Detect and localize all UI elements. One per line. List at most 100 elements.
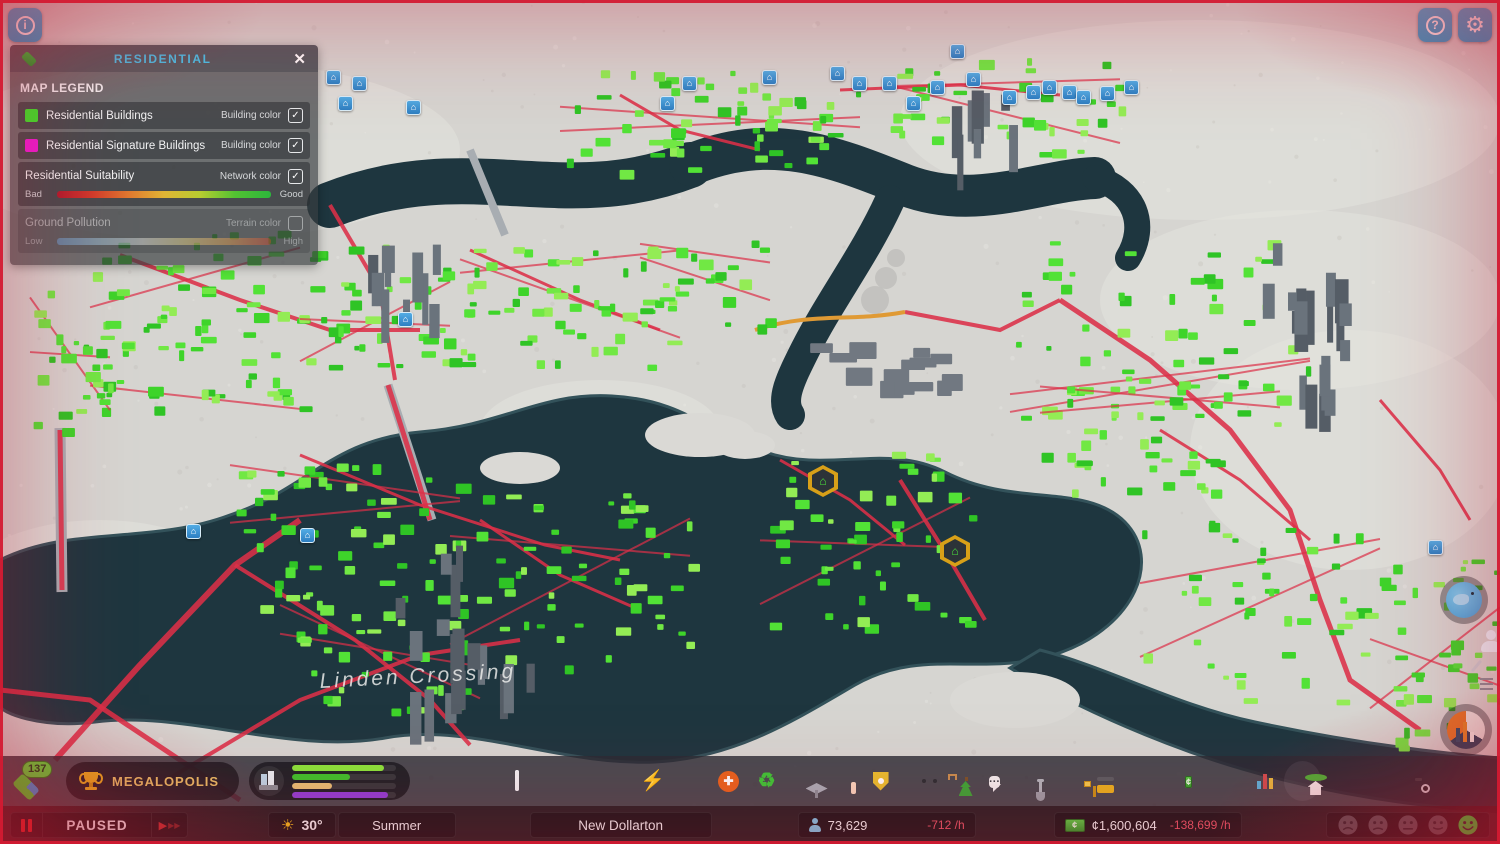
building-levelup-marker[interactable]: ⌂ xyxy=(906,96,921,111)
tool-strip: ⚡ ✚ ♻ ··· ¢ xyxy=(462,761,1434,801)
info-panel-button[interactable]: i xyxy=(8,8,42,42)
building-levelup-marker[interactable]: ⌂ xyxy=(1026,85,1041,100)
districts-icon xyxy=(514,770,519,791)
police-icon xyxy=(872,771,889,791)
building-levelup-marker[interactable]: ⌂ xyxy=(1100,86,1115,101)
building-levelup-marker[interactable]: ⌂ xyxy=(830,66,845,81)
trophy-icon xyxy=(79,770,103,792)
progression-button[interactable] xyxy=(1284,761,1327,801)
electricity-tool[interactable]: ⚡ xyxy=(636,763,669,799)
building-levelup-marker[interactable]: ⌂ xyxy=(950,44,965,59)
statistics-button[interactable] xyxy=(1248,763,1281,799)
building-levelup-marker[interactable]: ⌂ xyxy=(1124,80,1139,95)
money-icon: ¢ xyxy=(1064,818,1085,832)
building-levelup-marker[interactable]: ⌂ xyxy=(966,72,981,87)
xp-track-0 xyxy=(292,764,397,771)
temperature-widget[interactable]: ☀ 30° xyxy=(268,812,336,838)
building-levelup-marker[interactable]: ⌂ xyxy=(762,70,777,85)
building-levelup-marker[interactable]: ⌂ xyxy=(406,100,421,115)
money-rate: -138,699 /h xyxy=(1169,818,1231,832)
suitability-checkbox[interactable]: ✓ xyxy=(288,168,303,184)
education-tool[interactable] xyxy=(788,763,828,799)
season-widget[interactable]: Summer xyxy=(337,812,456,838)
building-levelup-marker[interactable]: ⌂ xyxy=(1076,90,1091,105)
season-label: Summer xyxy=(372,817,422,833)
signature-buildings-swatch xyxy=(25,139,38,152)
building-levelup-marker[interactable]: ⌂ xyxy=(852,76,867,91)
happiness-face-neutral xyxy=(1398,815,1418,835)
pollution-gradient xyxy=(57,238,271,245)
pause-button[interactable] xyxy=(11,813,43,837)
ground-pollution-checkbox[interactable] xyxy=(288,215,303,231)
residential-buildings-swatch xyxy=(25,109,38,122)
money-value: ¢1,600,604 xyxy=(1091,817,1157,833)
economy-icon: ¢ xyxy=(1185,776,1193,788)
speed-up-button[interactable]: ▶ ▶▶ xyxy=(151,813,187,837)
chirper-button[interactable] xyxy=(1440,576,1488,624)
building-levelup-marker[interactable]: ⌂ xyxy=(398,312,413,327)
building-levelup-marker[interactable]: ⌂ xyxy=(660,96,675,111)
fire-rescue-tool[interactable] xyxy=(826,763,859,799)
building-levelup-marker[interactable]: ⌂ xyxy=(186,524,201,539)
economy-button[interactable]: ¢ xyxy=(1172,763,1205,799)
building-levelup-marker[interactable]: ⌂ xyxy=(682,76,697,91)
level-badge: 137 xyxy=(22,761,53,778)
building-levelup-marker[interactable]: ⌂ xyxy=(338,96,353,111)
population-rate: -712 /h xyxy=(927,818,965,832)
chirper-bird-icon xyxy=(1446,582,1482,618)
police-tool[interactable] xyxy=(864,763,897,799)
building-levelup-marker[interactable]: ⌂ xyxy=(352,76,367,91)
happiness-face-sad xyxy=(1368,815,1388,835)
building-levelup-marker[interactable]: ⌂ xyxy=(300,528,315,543)
radio-button[interactable] xyxy=(1440,704,1492,756)
bulldozer-tool[interactable] xyxy=(1076,763,1114,799)
residential-buildings-checkbox[interactable]: ✓ xyxy=(288,108,303,123)
building-levelup-marker[interactable]: ⌂ xyxy=(326,70,341,85)
parks-recreation-tool[interactable] xyxy=(940,763,973,799)
sun-icon: ☀ xyxy=(281,817,295,834)
statistics-icon xyxy=(1256,773,1273,789)
city-name-widget[interactable]: New Dollarton xyxy=(529,812,712,838)
close-icon[interactable]: ✕ xyxy=(289,50,310,68)
help-button[interactable]: ? xyxy=(1418,8,1452,42)
terrain-tool[interactable] xyxy=(538,763,571,799)
help-icon: ? xyxy=(1425,15,1445,35)
garbage-tool[interactable]: ♻ xyxy=(750,763,783,799)
settings-button[interactable]: ⚙ xyxy=(1458,8,1492,42)
building-levelup-marker[interactable]: ⌂ xyxy=(882,76,897,91)
building-levelup-marker[interactable]: ⌂ xyxy=(1062,85,1077,100)
radio-icon xyxy=(1447,711,1485,749)
zoning-tool[interactable] xyxy=(462,763,495,799)
landscaping-tool[interactable] xyxy=(1016,763,1049,801)
districts-tool[interactable] xyxy=(500,763,533,799)
xp-track-3 xyxy=(292,791,397,798)
pause-state-label: PAUSED xyxy=(66,817,128,833)
happiness-face-very-sad xyxy=(1338,815,1358,835)
building-levelup-marker[interactable]: ⌂ xyxy=(1428,540,1443,555)
legend-header[interactable]: RESIDENTIAL ✕ xyxy=(10,45,318,72)
healthcare-tool[interactable]: ✚ xyxy=(712,763,745,799)
signature-buildings-checkbox[interactable]: ✓ xyxy=(288,138,303,153)
xp-progress-button[interactable] xyxy=(249,762,411,800)
roads-tool[interactable] xyxy=(598,763,631,799)
building-levelup-marker[interactable]: ⌂ xyxy=(1042,80,1057,95)
water-sewage-tool[interactable] xyxy=(674,763,707,799)
building-levelup-marker[interactable]: ⌂ xyxy=(930,80,945,95)
communications-tool[interactable]: ··· xyxy=(978,763,1011,799)
money-widget[interactable]: ¢ ¢1,600,604 -138,699 /h xyxy=(1053,812,1242,838)
population-value: 73,629 xyxy=(827,817,868,833)
happiness-widget[interactable] xyxy=(1326,812,1490,838)
map-legend-heading: MAP LEGEND xyxy=(20,81,104,95)
info-views-button[interactable] xyxy=(1210,763,1243,799)
photo-mode-button[interactable] xyxy=(1396,763,1430,799)
building-levelup-marker[interactable]: ⌂ xyxy=(1002,90,1017,105)
city-level-button[interactable]: 137 xyxy=(8,761,56,801)
population-widget[interactable]: 73,629 -712 /h xyxy=(797,812,976,838)
city-name: New Dollarton xyxy=(578,817,664,833)
legend-row-residential-buildings: Residential Buildings Building color ✓ xyxy=(18,102,310,129)
transportation-tool[interactable] xyxy=(902,763,935,799)
gear-icon: ⚙ xyxy=(1465,12,1485,37)
milestone-button[interactable]: MEGALOPOLIS xyxy=(66,762,240,800)
population-icon xyxy=(808,818,821,832)
temperature-value: 30° xyxy=(301,817,323,833)
